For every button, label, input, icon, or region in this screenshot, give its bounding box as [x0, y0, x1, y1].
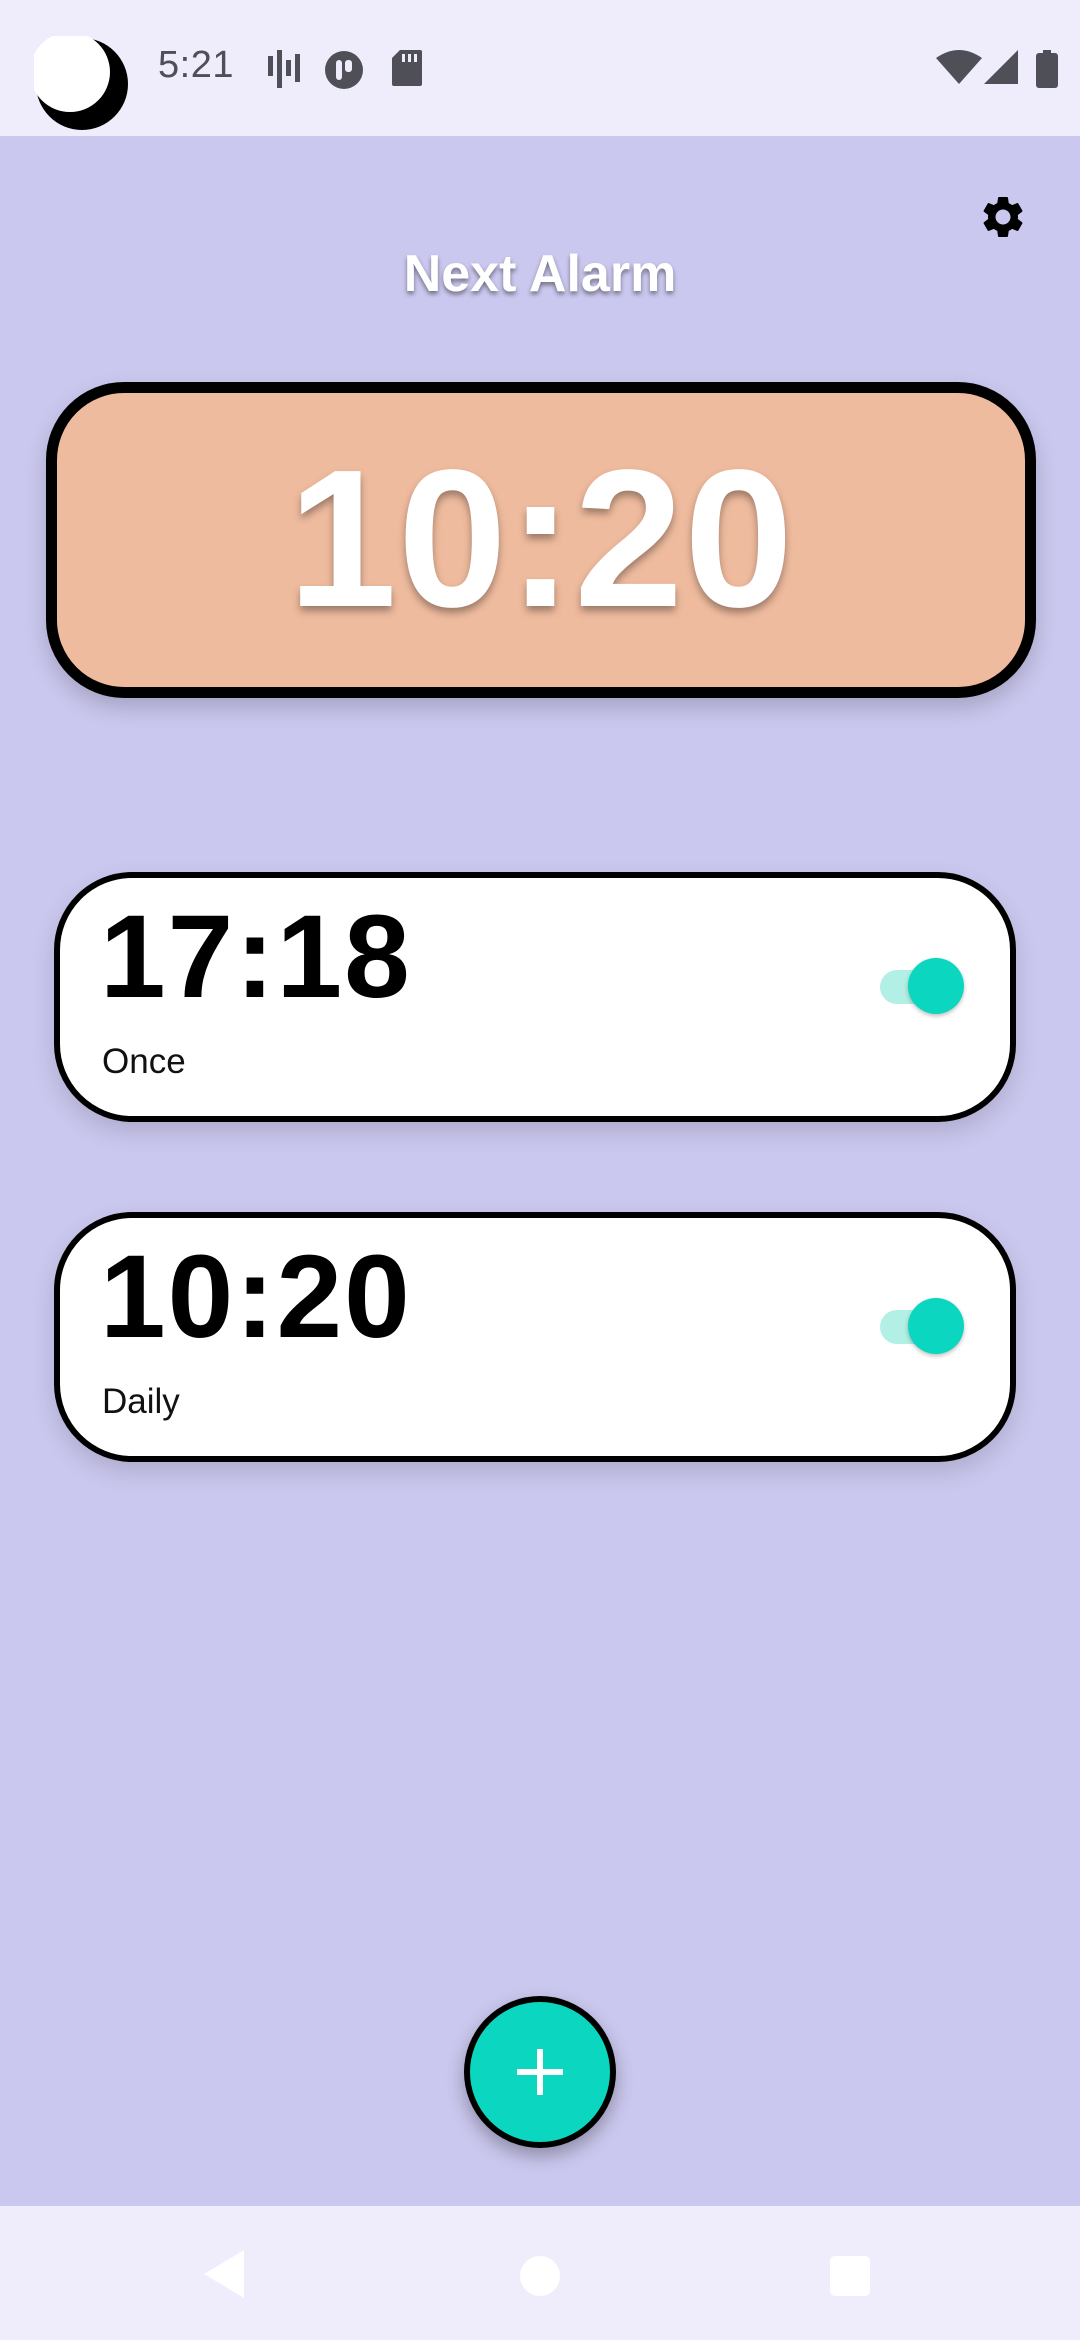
moon-icon	[30, 32, 130, 132]
next-alarm-title: Next Alarm	[403, 245, 677, 303]
alarm-repeat-label: Daily	[102, 1382, 180, 1421]
app-notification-icon	[324, 50, 364, 95]
alarm-card[interactable]: 10:20 Daily	[54, 1212, 1016, 1462]
toggle-thumb	[908, 958, 964, 1014]
recents-icon[interactable]	[830, 2256, 870, 2296]
wifi-icon	[936, 50, 982, 91]
signal-activity-icon	[266, 50, 300, 93]
toggle-thumb	[908, 1298, 964, 1354]
alarm-enable-toggle[interactable]	[878, 1298, 970, 1354]
navigation-bar	[0, 2206, 1080, 2340]
app-content: Next Alarm 10:20 17:18 Once 10:20 Daily	[0, 136, 1080, 2206]
add-alarm-button[interactable]	[464, 1996, 616, 2148]
home-icon[interactable]	[520, 2256, 560, 2296]
battery-icon	[1036, 50, 1058, 93]
next-alarm-card: 10:20	[46, 382, 1036, 698]
alarm-card[interactable]: 17:18 Once	[54, 872, 1016, 1122]
next-alarm-time: 10:20	[287, 429, 795, 648]
screen: 5:21 Next Alarm 10:20 17:18 Once 10:20 D…	[0, 0, 1080, 2340]
cell-signal-icon	[984, 50, 1018, 91]
status-bar: 5:21	[0, 0, 1080, 136]
settings-button[interactable]	[978, 192, 1028, 242]
alarm-time: 17:18	[100, 891, 412, 1023]
back-icon[interactable]	[202, 2248, 246, 2305]
sd-card-icon	[392, 50, 422, 91]
plus-icon	[517, 2049, 563, 2095]
gear-icon	[983, 197, 1023, 237]
alarm-repeat-label: Once	[102, 1042, 186, 1081]
alarm-time: 10:20	[100, 1231, 412, 1363]
alarm-enable-toggle[interactable]	[878, 958, 970, 1014]
status-time: 5:21	[158, 44, 234, 86]
